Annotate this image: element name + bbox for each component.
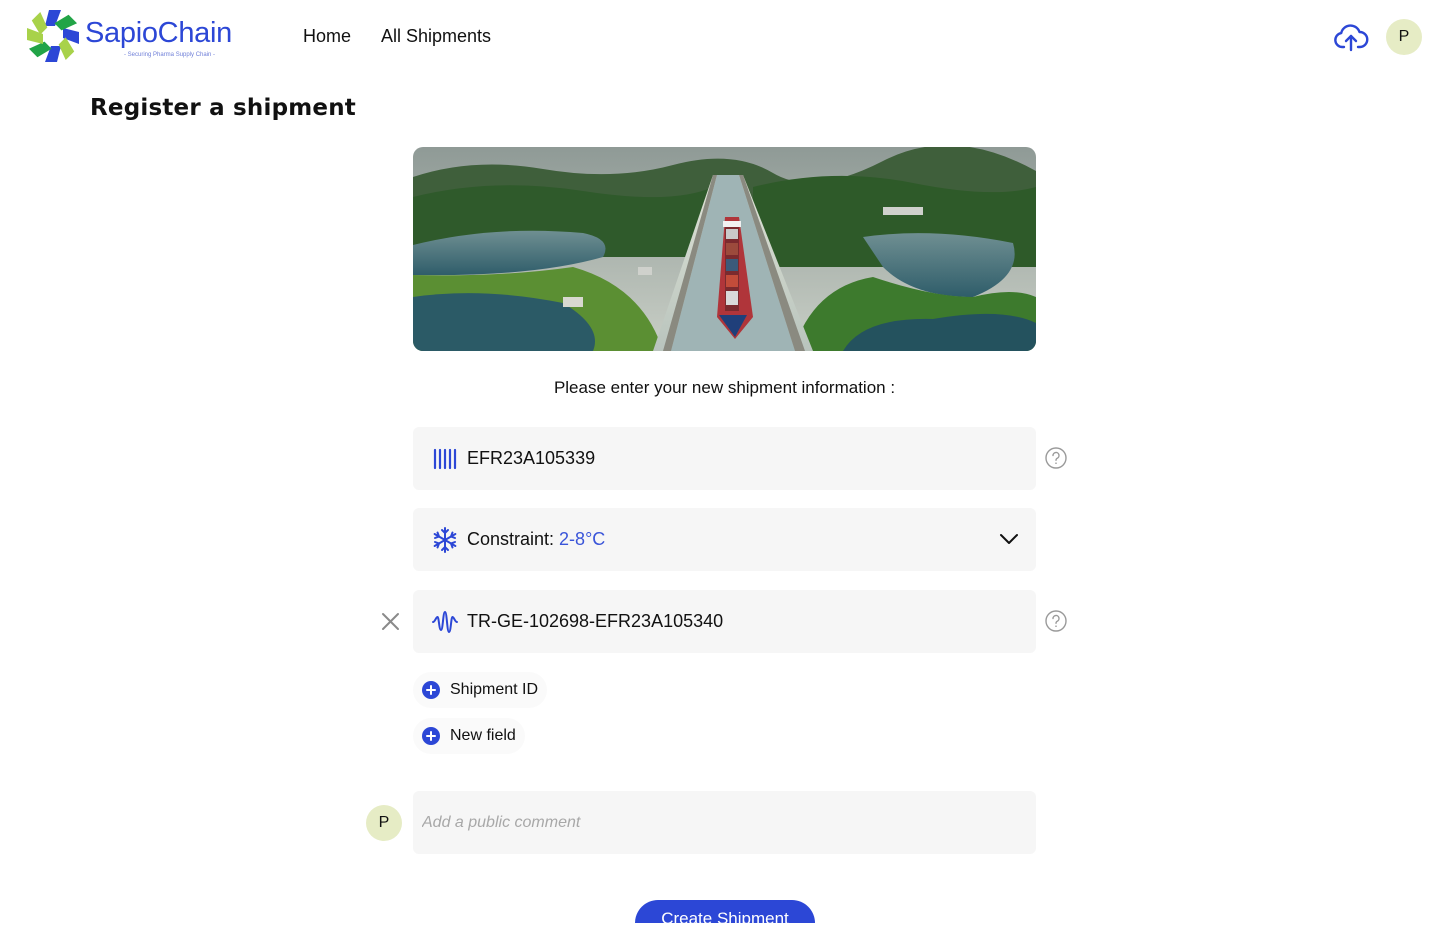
constraint-value: 2-8°C [559, 529, 606, 549]
sapiochain-logo[interactable]: SapioChain - Securing Pharma Supply Chai… [24, 7, 244, 67]
brand-name: SapioChain [85, 17, 232, 49]
upload-button[interactable] [1333, 20, 1369, 56]
hero-image [413, 147, 1036, 351]
sensor-id-value: TR-GE-102698-EFR23A105340 [467, 611, 724, 631]
comment-avatar: P [366, 805, 402, 841]
page-title: Register a shipment [90, 95, 356, 121]
create-shipment-button[interactable]: Create Shipment [635, 900, 815, 923]
help-icon[interactable] [1045, 447, 1067, 469]
sensor-id-field[interactable]: TR-GE-102698-EFR23A105340 [413, 590, 1036, 653]
chevron-down-icon [1000, 534, 1018, 544]
add-shipment-id-button[interactable]: Shipment ID [413, 672, 548, 708]
remove-field-button[interactable] [380, 611, 401, 632]
constraint-label: Constraint: [467, 529, 555, 549]
tracking-number-field[interactable]: EFR23A105339 [413, 427, 1036, 490]
snowflake-icon [431, 526, 459, 554]
cloud-upload-icon [1334, 24, 1369, 52]
add-new-field-button[interactable]: New field [413, 718, 525, 754]
user-avatar[interactable]: P [1386, 19, 1422, 55]
plus-icon [422, 681, 440, 699]
constraint-select[interactable]: Constraint: 2-8°C [413, 508, 1036, 571]
top-header: SapioChain - Securing Pharma Supply Chai… [0, 0, 1445, 76]
public-comment-input[interactable] [413, 791, 1036, 854]
add-shipment-id-label: Shipment ID [450, 681, 539, 698]
tracking-number-value: EFR23A105339 [467, 448, 596, 468]
close-icon [382, 613, 399, 630]
form-instructions: Please enter your new shipment informati… [553, 378, 896, 397]
brand-tagline: - Securing Pharma Supply Chain - [124, 52, 216, 58]
logo-mark-icon [27, 10, 79, 62]
waveform-icon [431, 608, 459, 636]
barcode-icon [431, 445, 459, 473]
add-new-field-label: New field [450, 727, 516, 744]
nav-all-shipments[interactable]: All Shipments [381, 26, 491, 47]
plus-icon [422, 727, 440, 745]
help-icon[interactable] [1045, 610, 1067, 632]
nav-home[interactable]: Home [303, 26, 351, 47]
canal-ship-illustration [413, 147, 1036, 351]
